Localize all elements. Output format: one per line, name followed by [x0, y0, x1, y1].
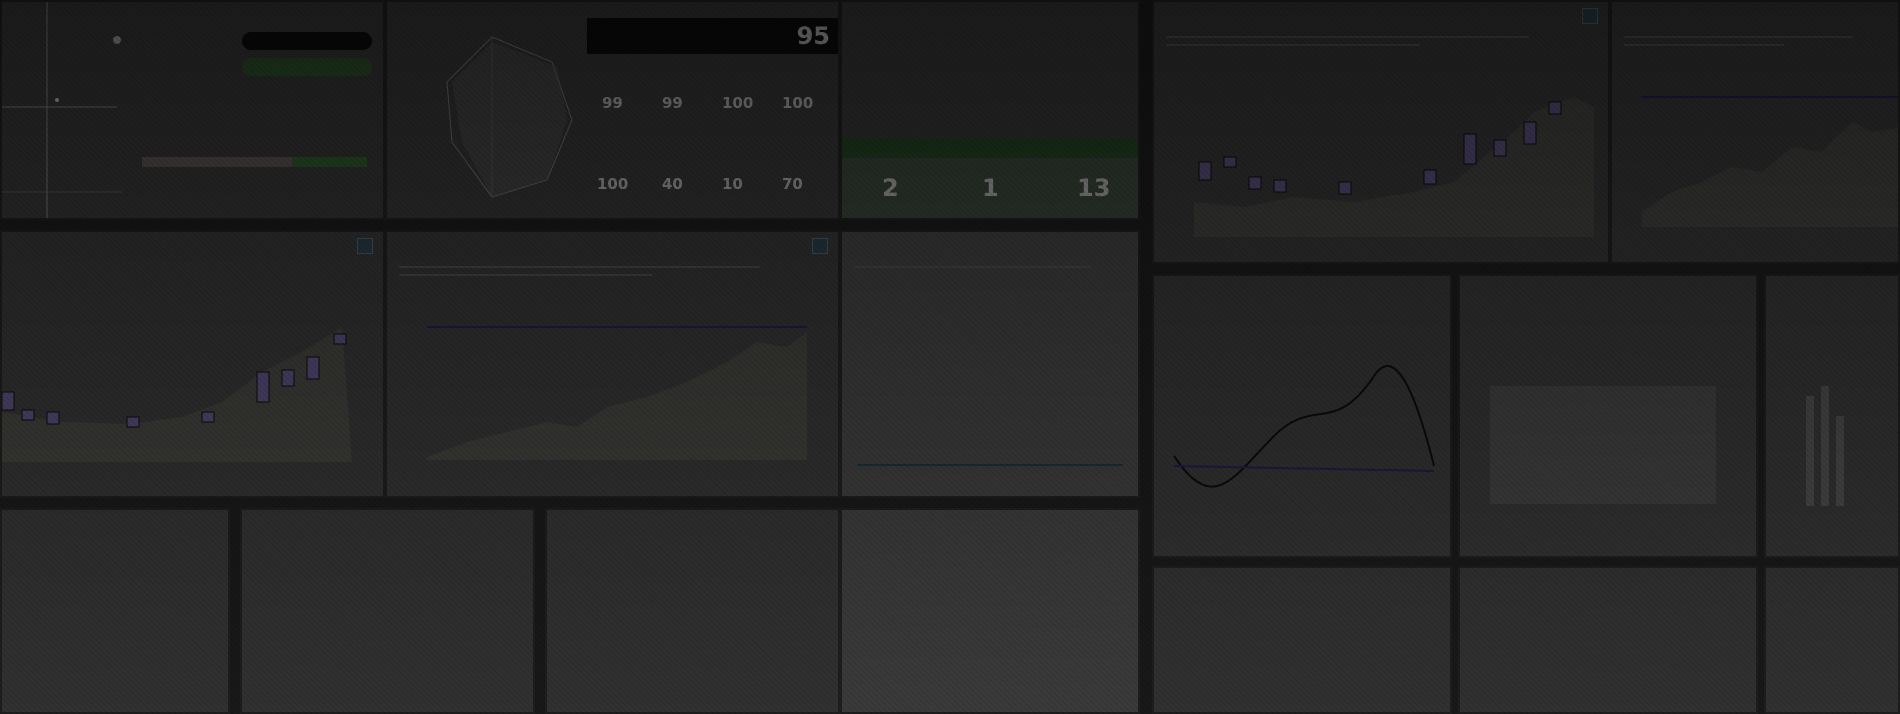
- panel-radar: 95 99 99 100 100 100 40 10 70: [385, 0, 840, 220]
- score-value: 95: [796, 22, 830, 50]
- bars-block: [1490, 386, 1716, 504]
- dashboard-canvas: 95 99 99 100 100 100 40 10 70 2 1 13: [0, 0, 1900, 714]
- panel-bottom-right-3: [1764, 566, 1900, 714]
- green-stat-2: 1: [982, 174, 999, 202]
- green-stat-1: 2: [882, 174, 899, 202]
- panel-bars-mid-right: [1458, 274, 1758, 558]
- panel-area-topright: [1610, 0, 1900, 264]
- panel-green-stats: 2 1 13: [840, 0, 1140, 220]
- panel-candles-mid: [0, 230, 385, 498]
- panel-3d-map: [840, 230, 1140, 498]
- panel-line-mid-right: [1152, 274, 1452, 558]
- stat-value: 99: [602, 94, 623, 112]
- panel-bottom-map: [840, 508, 1140, 714]
- stat-value: 70: [782, 175, 803, 193]
- panel-bottom-2: [240, 508, 535, 714]
- panel-bottom-1: [0, 508, 230, 714]
- stat-value: 100: [597, 175, 629, 193]
- panel-bottom-3: [545, 508, 840, 714]
- stat-value: 10: [722, 175, 743, 193]
- green-header: [842, 138, 1138, 158]
- panel-area-mid: [385, 230, 840, 498]
- panel-candles-top: [1152, 0, 1610, 264]
- score-header: 95: [587, 18, 838, 54]
- panel-columns-far-right: [1764, 274, 1900, 558]
- panel-bottom-right-1: [1152, 566, 1452, 714]
- panel-quadrant: [0, 0, 385, 220]
- stat-value: 100: [782, 94, 814, 112]
- stat-value: 40: [662, 175, 683, 193]
- stat-value: 99: [662, 94, 683, 112]
- stat-value: 100: [722, 94, 754, 112]
- green-stat-3: 13: [1077, 174, 1111, 202]
- slider-track[interactable]: [857, 464, 1123, 466]
- panel-bottom-right-2: [1458, 566, 1758, 714]
